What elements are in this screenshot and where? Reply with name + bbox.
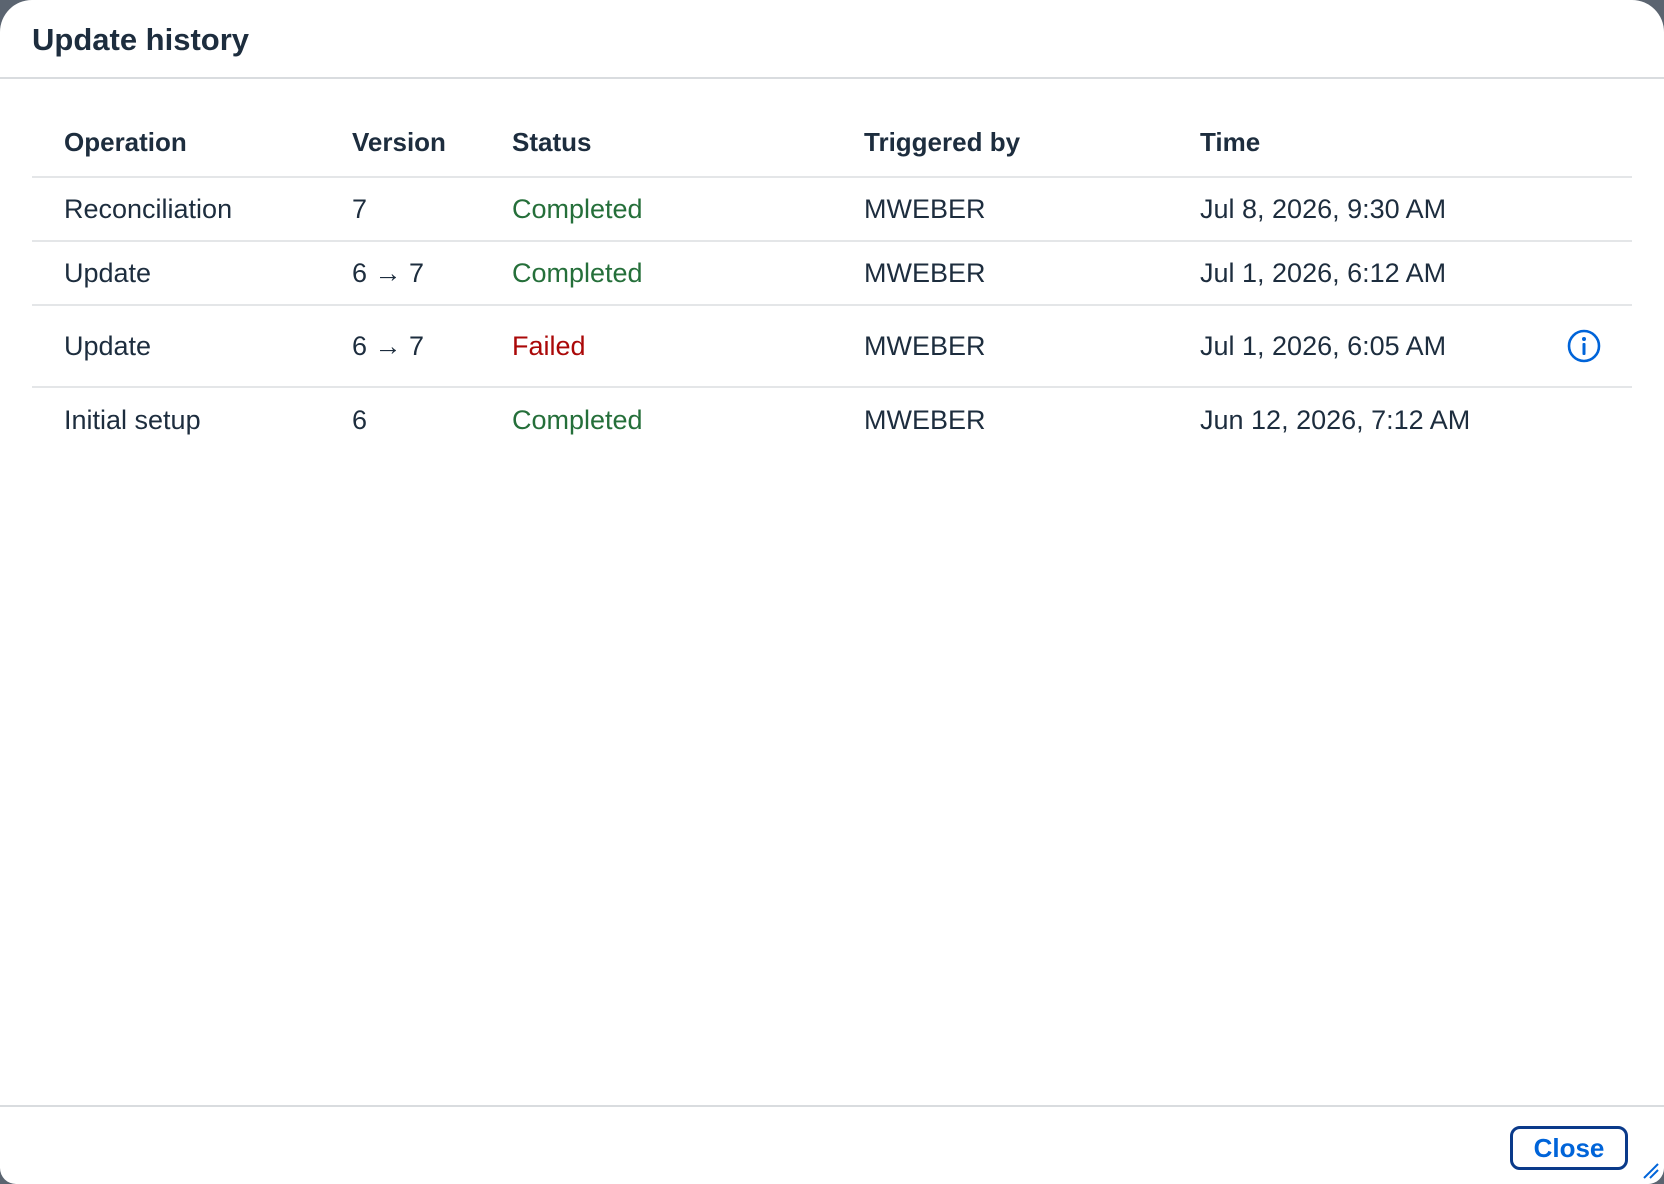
version-cell: 6 → 7 <box>352 330 425 361</box>
column-header-triggered-by[interactable]: Triggered by <box>864 108 1020 176</box>
table-row[interactable]: Update 6 → 7 Completed MWEBER Jul 1, 202… <box>32 242 1632 306</box>
info-button[interactable] <box>1566 306 1602 386</box>
triggered-by-cell: MWEBER <box>864 404 986 435</box>
column-header-time[interactable]: Time <box>1200 108 1260 176</box>
operation-cell: Initial setup <box>64 404 201 435</box>
status-cell: Completed <box>512 404 643 435</box>
info-icon[interactable] <box>1566 328 1602 364</box>
version-cell: 6 → 7 <box>352 257 425 288</box>
operation-cell: Update <box>64 330 152 361</box>
triggered-by-cell: MWEBER <box>864 330 986 361</box>
operation-cell: Update <box>64 257 152 288</box>
resize-handle-icon[interactable] <box>1640 1160 1660 1180</box>
time-cell: Jul 1, 2026, 6:12 AM <box>1200 257 1447 288</box>
triggered-by-cell: MWEBER <box>864 193 986 224</box>
dialog-title: Update history <box>32 22 250 57</box>
triggered-by-cell: MWEBER <box>864 257 986 288</box>
table-row[interactable]: Update 6 → 7 Failed MWEBER Jul 1, 2026, … <box>32 306 1632 388</box>
time-cell: Jul 1, 2026, 6:05 AM <box>1200 330 1447 361</box>
close-button[interactable]: Close <box>1510 1126 1628 1170</box>
table-row[interactable]: Reconciliation 7 Completed MWEBER Jul 8,… <box>32 178 1632 242</box>
time-cell: Jul 8, 2026, 9:30 AM <box>1200 193 1447 224</box>
column-header-status[interactable]: Status <box>512 108 591 176</box>
version-cell: 7 <box>352 193 368 224</box>
status-cell: Completed <box>512 193 643 224</box>
dialog-footer: Close <box>0 1105 1664 1184</box>
update-history-dialog: Update history Operation Version Status … <box>0 0 1664 1184</box>
status-cell: Failed <box>512 330 586 361</box>
status-cell: Completed <box>512 257 643 288</box>
table-header-row: Operation Version Status Triggered by Ti… <box>32 108 1632 178</box>
dialog-header: Update history <box>0 0 1664 79</box>
version-cell: 6 <box>352 404 368 435</box>
time-cell: Jun 12, 2026, 7:12 AM <box>1200 404 1471 435</box>
operation-cell: Reconciliation <box>64 193 233 224</box>
table-row[interactable]: Initial setup 6 Completed MWEBER Jun 12,… <box>32 388 1632 452</box>
column-header-version[interactable]: Version <box>352 108 446 176</box>
column-header-operation[interactable]: Operation <box>64 108 187 176</box>
history-table: Operation Version Status Triggered by Ti… <box>32 108 1632 452</box>
